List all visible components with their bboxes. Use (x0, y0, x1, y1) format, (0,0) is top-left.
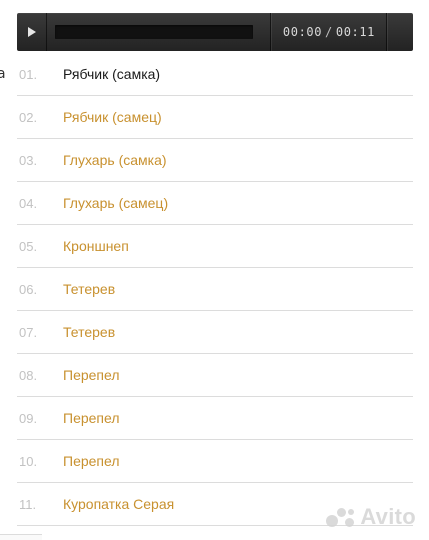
player-divider (270, 13, 271, 51)
track-title[interactable]: Перепел (63, 453, 120, 469)
track-number: 10. (19, 453, 38, 469)
track-title[interactable]: Тетерев (63, 281, 115, 297)
time-separator: / (325, 25, 333, 39)
track-row[interactable]: 06. Тетерев (17, 268, 413, 311)
track-number: 01. (19, 66, 38, 82)
track-number: 07. (19, 324, 38, 340)
track-title[interactable]: Кроншнеп (63, 238, 129, 254)
page: 00:00/00:11 а 01. Рябчик (самка) 02. Рябчик… (0, 0, 429, 540)
progress-bar[interactable] (55, 25, 253, 39)
track-row[interactable]: 10. Перепел (17, 440, 413, 483)
track-number: 03. (19, 152, 38, 168)
watermark-text: Avito (360, 504, 416, 529)
track-number: 09. (19, 410, 38, 426)
cut-off-text: а (0, 66, 6, 82)
player-divider-right (386, 13, 387, 51)
watermark: Avito (326, 504, 416, 530)
avito-logo-icon (326, 506, 356, 528)
bottom-edge (0, 534, 42, 540)
track-title[interactable]: Перепел (63, 410, 120, 426)
track-title[interactable]: Глухарь (самка) (63, 152, 167, 168)
track-number: 11. (19, 496, 37, 512)
play-icon (27, 27, 36, 37)
track-title[interactable]: Рябчик (самец) (63, 109, 162, 125)
track-number: 04. (19, 195, 38, 211)
track-title[interactable]: Тетерев (63, 324, 115, 340)
track-row[interactable]: 05. Кроншнеп (17, 225, 413, 268)
time-display: 00:00/00:11 (283, 13, 375, 51)
track-title[interactable]: Перепел (63, 367, 120, 383)
track-row[interactable]: 09. Перепел (17, 397, 413, 440)
audio-player: 00:00/00:11 (17, 13, 413, 51)
track-row[interactable]: 02. Рябчик (самец) (17, 96, 413, 139)
track-title[interactable]: Рябчик (самка) (63, 66, 160, 82)
track-number: 08. (19, 367, 38, 383)
current-time: 00:00 (282, 25, 323, 39)
track-row[interactable]: 08. Перепел (17, 354, 413, 397)
track-title[interactable]: Куропатка Серая (63, 496, 174, 512)
total-time: 00:11 (335, 25, 375, 39)
track-title[interactable]: Глухарь (самец) (63, 195, 168, 211)
track-row[interactable]: 04. Глухарь (самец) (17, 182, 413, 225)
track-row[interactable]: 07. Тетерев (17, 311, 413, 354)
track-number: 06. (19, 281, 38, 297)
play-button[interactable] (17, 13, 47, 51)
track-row[interactable]: 03. Глухарь (самка) (17, 139, 413, 182)
track-number: 02. (19, 109, 38, 125)
track-number: 05. (19, 238, 38, 254)
track-list: 01. Рябчик (самка) 02. Рябчик (самец) 03. Глу… (17, 53, 413, 526)
track-row[interactable]: 01. Рябчик (самка) (17, 53, 413, 96)
